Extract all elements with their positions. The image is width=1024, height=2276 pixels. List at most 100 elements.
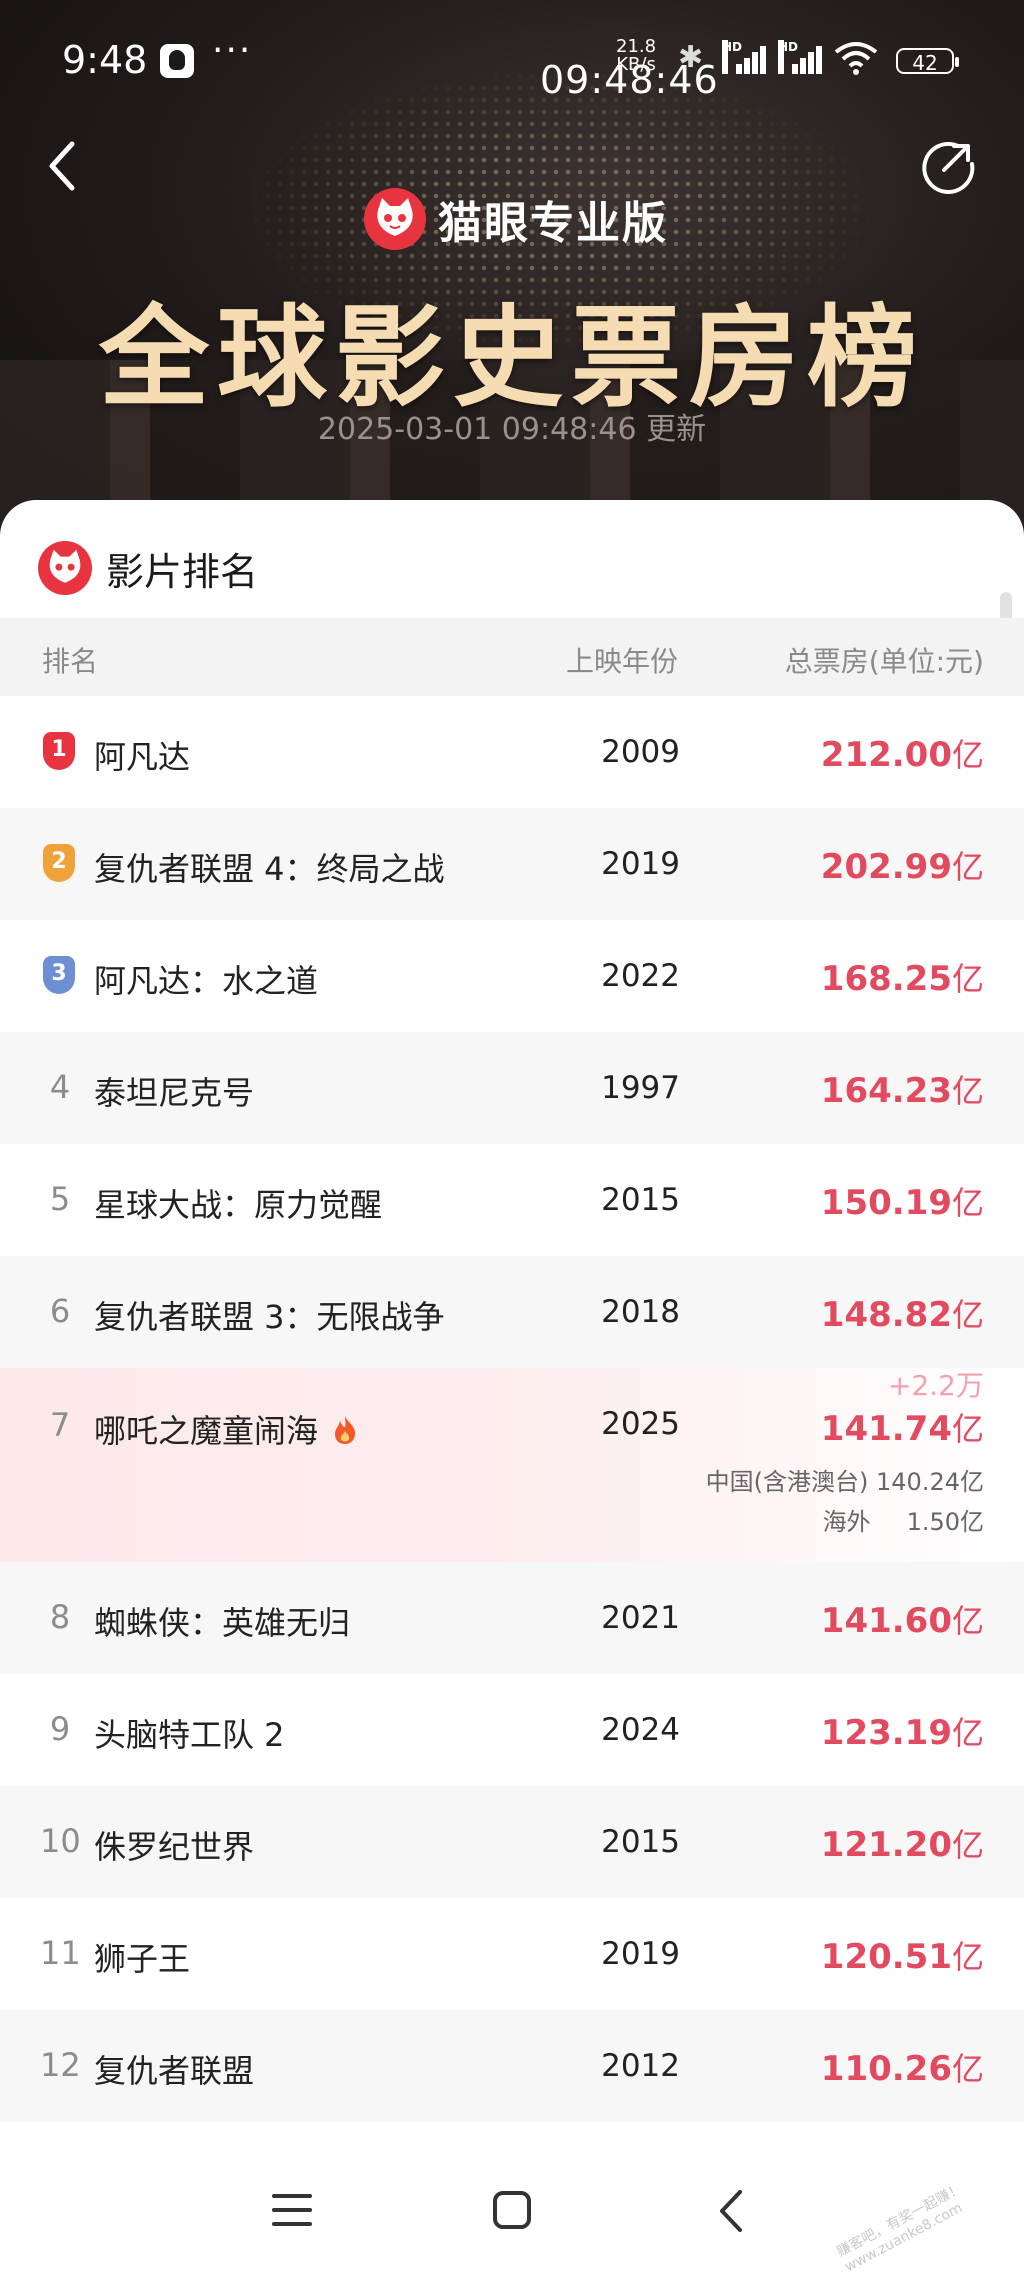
rank-badge-gold: 1 (43, 732, 75, 770)
table-row[interactable]: 9 头脑特工队 2 2024 123.19亿 (0, 1674, 1024, 1786)
box-office-value: 202.99 (820, 847, 952, 887)
box-office-value: 212.00 (820, 735, 952, 775)
hd-label-2: HD (778, 40, 798, 74)
release-year: 2021 (601, 1600, 680, 1636)
release-year: 2022 (601, 958, 680, 994)
release-year: 2019 (601, 846, 680, 882)
movie-title: 复仇者联盟 (94, 2052, 255, 2090)
rank-number: 4 (49, 1068, 71, 1106)
table-row[interactable]: 11 狮子王 2019 120.51亿 (0, 1898, 1024, 2010)
table-row[interactable]: 5 星球大战：原力觉醒 2015 150.19亿 (0, 1144, 1024, 1256)
rank-number: 6 (49, 1292, 71, 1330)
rank-number: 7 (49, 1406, 71, 1444)
signal-icon-2: HD (778, 40, 822, 74)
box-office-value: 110.26 (820, 2049, 952, 2089)
table-row-highlighted[interactable]: 7 哪吒之魔童闹海 2025 +2.2万 141.74亿 中国(含港澳台) 14… (0, 1368, 1024, 1562)
box-office-value: 141.74 (820, 1409, 952, 1449)
table-row[interactable]: 12 复仇者联盟 2012 110.26亿 (0, 2010, 1024, 2122)
box-office: 141.74亿 (821, 1404, 984, 1450)
movie-title: 星球大战：原力觉醒 (94, 1186, 383, 1224)
release-year: 2018 (601, 1294, 680, 1330)
back-arrow-icon[interactable] (40, 136, 88, 196)
update-timestamp: 2025-03-01 09:48:46 更新 (317, 412, 707, 447)
box-office: 168.25亿 (821, 954, 984, 1000)
china-box-office: 中国(含港澳台) 140.24亿 (706, 1462, 984, 1497)
release-year: 2019 (601, 1936, 680, 1972)
ranking-card: 影片排名 排名 上映年份 总票房(单位:元) 1 阿凡达 2009 212.00… (0, 500, 1024, 2150)
rank-number: 5 (49, 1180, 71, 1218)
status-bar: 9:48 ··· 21.8 KB/s 09:48:46 ✱ HD HD 42 (0, 0, 1024, 120)
more-notifications-icon: ··· (212, 30, 253, 71)
box-office-value: 164.23 (820, 1071, 952, 1111)
box-office: 150.19亿 (821, 1178, 984, 1224)
box-office-value: 141.60 (820, 1601, 952, 1641)
table-row[interactable]: 1 阿凡达 2009 212.00亿 (0, 696, 1024, 808)
box-office-unit: 亿 (951, 736, 984, 774)
rank-number: 8 (49, 1598, 71, 1636)
signal-icon: HD (722, 40, 766, 74)
column-gross: 总票房(单位:元) (784, 645, 984, 678)
movie-title: 头脑特工队 2 (94, 1716, 285, 1754)
table-row[interactable]: 2 复仇者联盟 4：终局之战 2019 202.99亿 (0, 808, 1024, 920)
battery-icon: 42 (896, 48, 959, 75)
box-office-unit: 亿 (951, 1714, 984, 1752)
box-office-unit: 亿 (951, 1602, 984, 1640)
home-icon[interactable] (492, 2190, 532, 2230)
column-year: 上映年份 (566, 645, 679, 678)
table-row[interactable]: 10 侏罗纪世界 2015 121.20亿 (0, 1786, 1024, 1898)
rank-number: 10 (40, 1822, 81, 1860)
box-office: 212.00亿 (821, 730, 984, 776)
rank-number: 11 (40, 1934, 81, 1972)
rank-number: 12 (40, 2046, 81, 2084)
section-title: 影片排名 (106, 549, 259, 594)
box-office: 120.51亿 (821, 1932, 984, 1978)
movie-title: 复仇者联盟 4：终局之战 (94, 850, 445, 888)
box-office-value: 168.25 (820, 959, 952, 999)
china-value: 140.24亿 (876, 1468, 984, 1496)
movie-title: 阿凡达：水之道 (94, 962, 319, 1000)
menu-icon[interactable] (272, 2190, 312, 2230)
box-office: 164.23亿 (821, 1066, 984, 1112)
header-banner: 9:48 ··· 21.8 KB/s 09:48:46 ✱ HD HD 42 猫… (0, 0, 1024, 540)
table-row[interactable]: 6 复仇者联盟 3：无限战争 2018 148.82亿 (0, 1256, 1024, 1368)
china-label: 中国(含港澳台) (705, 1468, 869, 1496)
overseas-value: 1.50亿 (906, 1508, 984, 1536)
bluetooth-icon: ✱ (678, 40, 704, 75)
maoyan-cat-icon (364, 188, 426, 250)
box-office-unit: 亿 (951, 1072, 984, 1110)
column-rank: 排名 (42, 645, 99, 678)
box-office-unit: 亿 (951, 1184, 984, 1222)
box-office-value: 148.82 (820, 1295, 952, 1335)
box-office: 110.26亿 (821, 2044, 984, 2090)
box-office-value: 123.19 (820, 1713, 952, 1753)
table-row[interactable]: 8 蜘蛛侠：英雄无归 2021 141.60亿 (0, 1562, 1024, 1674)
movie-title-text: 哪吒之魔童闹海 (94, 1412, 319, 1450)
rank-number: 9 (49, 1710, 71, 1748)
box-office: 141.60亿 (821, 1596, 984, 1642)
box-office-unit: 亿 (951, 1826, 984, 1864)
table-row[interactable]: 3 阿凡达：水之道 2022 168.25亿 (0, 920, 1024, 1032)
box-office: 148.82亿 (821, 1290, 984, 1336)
brand-logo-group: 猫眼专业版 (364, 186, 668, 252)
box-office-value: 121.20 (820, 1825, 952, 1865)
rank-badge-silver: 2 (43, 844, 75, 882)
box-office: 121.20亿 (821, 1820, 984, 1866)
nav-back-icon[interactable] (712, 2188, 752, 2234)
release-year: 2015 (601, 1182, 680, 1218)
release-year: 2025 (601, 1406, 680, 1442)
section-header: 影片排名 (38, 540, 258, 596)
maoyan-cat-icon (38, 541, 92, 595)
table-row[interactable]: 4 泰坦尼克号 1997 164.23亿 (0, 1032, 1024, 1144)
release-year: 2015 (601, 1824, 680, 1860)
movie-title: 阿凡达 (94, 738, 191, 776)
box-office-unit: 亿 (951, 848, 984, 886)
movie-title: 哪吒之魔童闹海 (94, 1406, 358, 1452)
box-office: 202.99亿 (821, 842, 984, 888)
share-icon[interactable] (918, 136, 978, 196)
movie-title: 泰坦尼克号 (94, 1074, 255, 1112)
box-office-unit: 亿 (951, 2050, 984, 2088)
table-header: 排名 上映年份 总票房(单位:元) (0, 618, 1024, 696)
rank-badge-bronze: 3 (43, 956, 75, 994)
box-office-value: 120.51 (820, 1937, 952, 1977)
box-office-unit: 亿 (951, 1938, 984, 1976)
